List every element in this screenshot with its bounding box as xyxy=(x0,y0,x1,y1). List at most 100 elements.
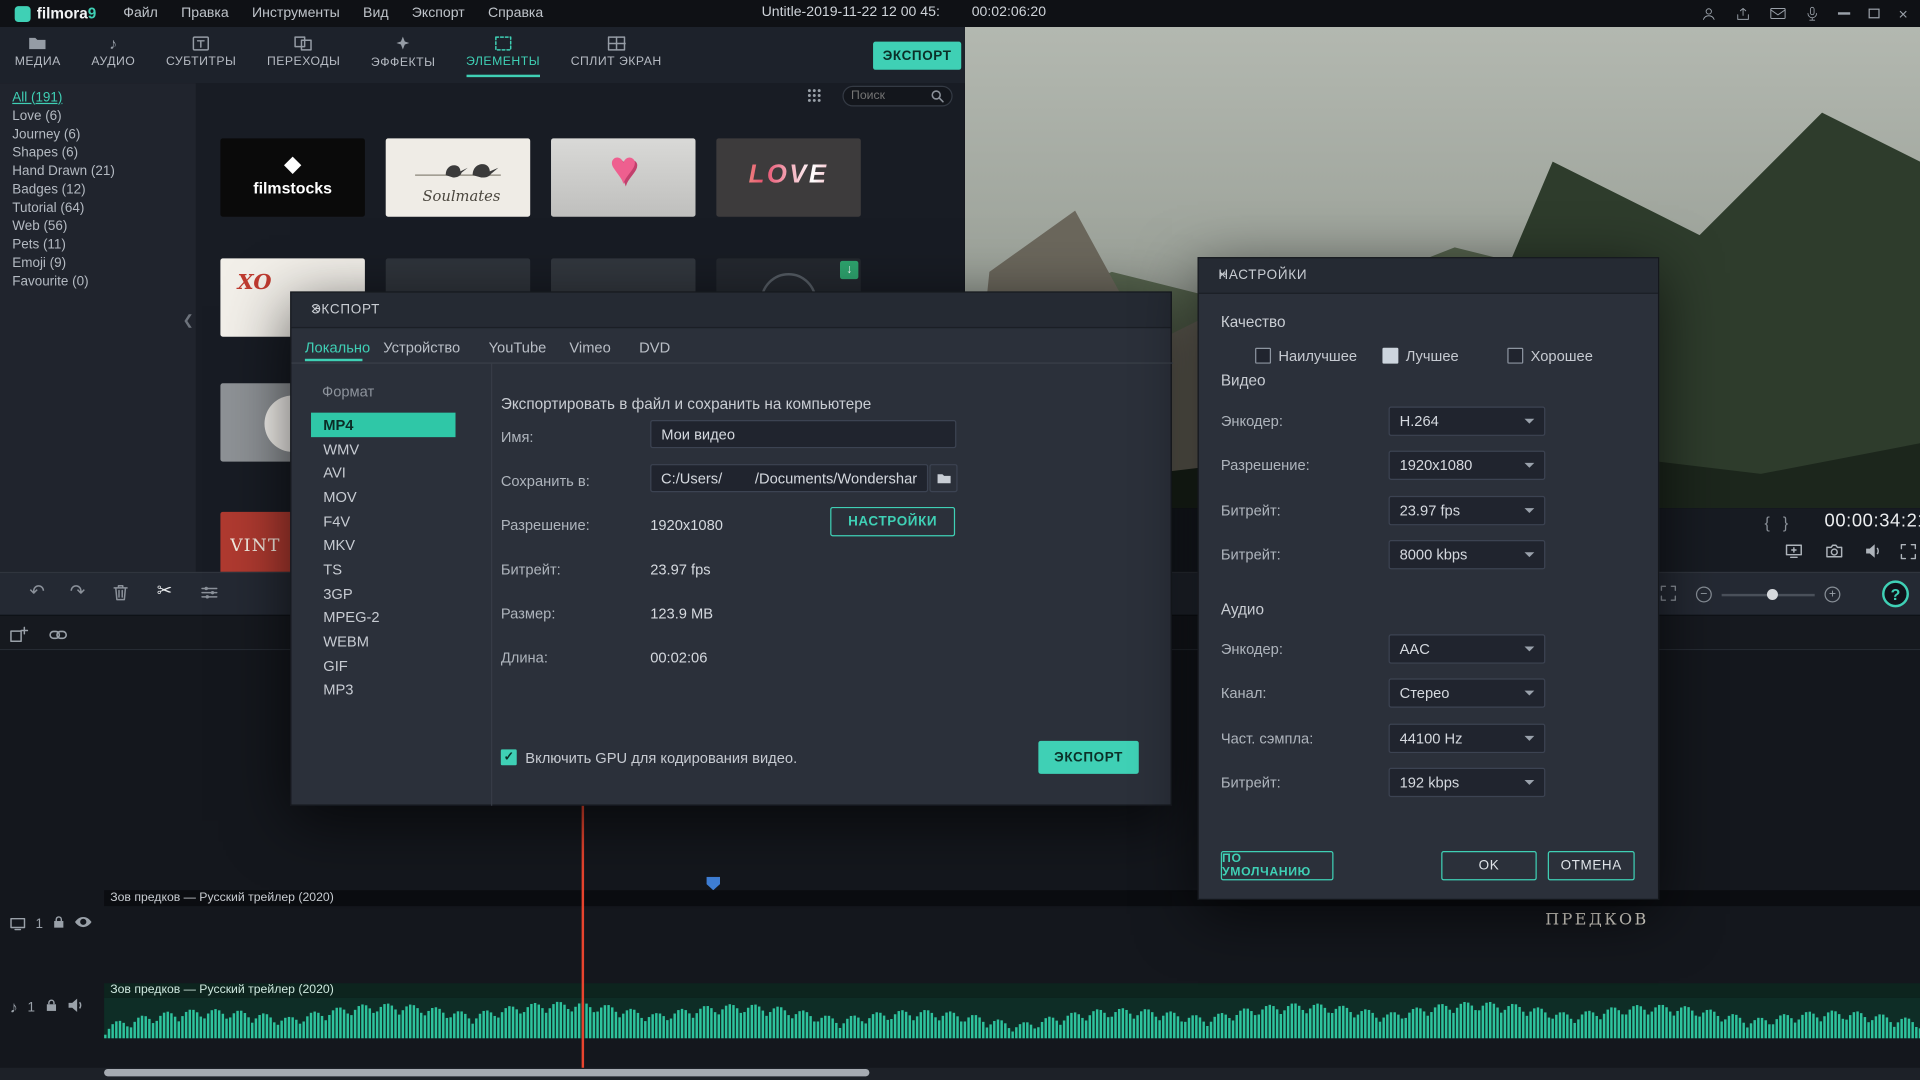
sidebar-category-favourite[interactable]: Favourite (0) xyxy=(0,272,196,290)
tab-transitions[interactable]: ПЕРЕХОДЫ xyxy=(267,36,340,79)
format-option-mp3[interactable]: MP3 xyxy=(311,678,455,702)
export-tab-device[interactable]: Устройство xyxy=(383,339,460,356)
format-option-ts[interactable]: TS xyxy=(311,557,455,581)
settings-button[interactable]: НАСТРОЙКИ xyxy=(830,507,955,536)
save-path-input[interactable] xyxy=(650,464,928,492)
share-icon[interactable] xyxy=(1736,6,1752,22)
mark-out-icon[interactable]: } xyxy=(1783,513,1788,531)
add-track-icon[interactable] xyxy=(10,626,28,643)
sidebar-category-emoji[interactable]: Emoji (9) xyxy=(0,253,196,271)
maximize-button[interactable] xyxy=(1869,9,1880,19)
tab-elements[interactable]: ЭЛЕМЕНТЫ xyxy=(466,36,540,79)
ok-button[interactable]: OK xyxy=(1441,851,1537,880)
export-tab-dvd[interactable]: DVD xyxy=(639,339,670,356)
timeline-scrollbar[interactable] xyxy=(104,1069,869,1076)
sidebar-category-badges[interactable]: Badges (12) xyxy=(0,180,196,198)
video-framerate-select[interactable]: 23.97 fps xyxy=(1389,496,1546,525)
adjust-sliders-icon[interactable] xyxy=(201,585,218,600)
volume-icon[interactable] xyxy=(1865,544,1881,562)
sidebar-category-tutorial[interactable]: Tutorial (64) xyxy=(0,198,196,216)
video-encoder-select[interactable]: H.264 xyxy=(1389,407,1546,436)
sidebar-category-journey[interactable]: Journey (6) xyxy=(0,125,196,143)
menu-item-edit[interactable]: Правка xyxy=(181,6,229,21)
redo-icon[interactable]: ↷ xyxy=(70,580,85,602)
menu-item-view[interactable]: Вид xyxy=(363,6,388,21)
cancel-button[interactable]: ОТМЕНА xyxy=(1548,851,1635,880)
sidebar-category-pets[interactable]: Pets (11) xyxy=(0,235,196,253)
audio-clip-waveform[interactable] xyxy=(104,998,1920,1038)
video-resolution-select[interactable]: 1920x1080 xyxy=(1389,451,1546,480)
fullscreen-icon[interactable] xyxy=(1900,544,1916,560)
sidebar-category-web[interactable]: Web (56) xyxy=(0,217,196,235)
menu-item-file[interactable]: Файл xyxy=(123,6,158,21)
quality-checkbox-best[interactable] xyxy=(1255,348,1271,364)
zoom-slider-knob[interactable] xyxy=(1767,589,1778,600)
link-icon[interactable] xyxy=(49,629,67,640)
export-tab-vimeo[interactable]: Vimeo xyxy=(569,339,610,356)
zoom-out-button[interactable]: − xyxy=(1696,587,1712,603)
format-option-wmv[interactable]: WMV xyxy=(311,437,455,461)
format-option-webm[interactable]: WEBM xyxy=(311,630,455,654)
quality-checkbox-better[interactable] xyxy=(1382,348,1398,364)
tab-effects[interactable]: ЭФФЕКТЫ xyxy=(371,36,435,79)
export-confirm-button[interactable]: ЭКСПОРТ xyxy=(1038,741,1138,774)
settings-dialog-close-icon[interactable]: × xyxy=(1218,268,1642,283)
element-card-filmstocks[interactable]: filmstocks xyxy=(220,138,364,216)
defaults-button[interactable]: ПО УМОЛЧАНИЮ xyxy=(1221,851,1334,880)
menu-item-export[interactable]: Экспорт xyxy=(412,6,465,21)
minimize-button[interactable] xyxy=(1838,12,1850,14)
element-card-love1[interactable]: Soulmates xyxy=(386,138,530,216)
export-dialog-close-icon[interactable]: × xyxy=(311,302,1153,317)
tab-titles[interactable]: СУБТИТРЫ xyxy=(166,36,236,79)
mail-icon[interactable] xyxy=(1770,6,1787,21)
browse-folder-button[interactable] xyxy=(929,464,957,492)
format-option-avi[interactable]: AVI xyxy=(311,461,455,485)
audio-bitrate-select[interactable]: 192 kbps xyxy=(1389,768,1546,797)
tab-audio[interactable]: ♪ АУДИО xyxy=(91,36,135,79)
download-badge-icon[interactable]: ↓ xyxy=(840,261,858,279)
audio-clip-titlebar[interactable]: Зов предков — Русский трейлер (2020) xyxy=(104,983,1920,998)
quality-checkbox-good[interactable] xyxy=(1507,348,1523,364)
format-option-mkv[interactable]: MKV xyxy=(311,533,455,557)
mic-icon[interactable] xyxy=(1805,6,1820,22)
export-tab-local[interactable]: Локально xyxy=(305,339,370,356)
undo-icon[interactable]: ↶ xyxy=(29,580,44,602)
element-card-love2[interactable]: ♥ xyxy=(551,138,695,216)
help-button[interactable]: ? xyxy=(1882,580,1909,607)
speaker-icon[interactable] xyxy=(67,998,83,1016)
search-input[interactable] xyxy=(851,89,926,102)
delete-icon[interactable] xyxy=(113,584,129,601)
lock-icon[interactable] xyxy=(45,998,57,1016)
sidebar-category-all[interactable]: All (191) xyxy=(0,88,196,106)
format-option-3gp[interactable]: 3GP xyxy=(311,581,455,605)
gpu-checkbox[interactable]: ✓ xyxy=(501,749,517,765)
display-settings-icon[interactable] xyxy=(1785,544,1802,559)
audio-channel-select[interactable]: Стерео xyxy=(1389,678,1546,707)
sidebar-category-love[interactable]: Love (6) xyxy=(0,107,196,125)
element-card-love3[interactable]: LOVE xyxy=(716,138,860,216)
fit-timeline-icon[interactable] xyxy=(1660,585,1676,601)
format-option-mp4[interactable]: MP4 xyxy=(311,413,455,437)
audio-encoder-select[interactable]: AAC xyxy=(1389,634,1546,663)
format-option-mov[interactable]: MOV xyxy=(311,485,455,509)
format-option-gif[interactable]: GIF xyxy=(311,654,455,678)
audio-samplerate-select[interactable]: 44100 Hz xyxy=(1389,724,1546,753)
close-button[interactable]: × xyxy=(1898,6,1907,22)
grid-view-icon[interactable] xyxy=(807,88,822,106)
eye-icon[interactable] xyxy=(75,916,92,932)
format-option-mpeg2[interactable]: MPEG-2 xyxy=(311,606,455,630)
tab-media[interactable]: МЕДИА xyxy=(15,36,61,79)
menu-item-help[interactable]: Справка xyxy=(488,6,543,21)
export-button-top[interactable]: ЭКСПОРТ xyxy=(873,42,961,70)
sidebar-collapse-arrow[interactable]: ❮ xyxy=(182,312,193,328)
lock-icon[interactable] xyxy=(53,915,65,933)
export-tab-youtube[interactable]: YouTube xyxy=(489,339,547,356)
tab-splitscreen[interactable]: СПЛИТ ЭКРАН xyxy=(571,36,662,79)
format-option-f4v[interactable]: F4V xyxy=(311,509,455,533)
video-bitrate-select[interactable]: 8000 kbps xyxy=(1389,540,1546,569)
mark-in-icon[interactable]: { xyxy=(1764,513,1769,531)
menu-item-tools[interactable]: Инструменты xyxy=(252,6,340,21)
snapshot-camera-icon[interactable] xyxy=(1826,544,1843,559)
sidebar-category-shapes[interactable]: Shapes (6) xyxy=(0,143,196,161)
split-scissors-icon[interactable]: ✂ xyxy=(157,579,172,601)
